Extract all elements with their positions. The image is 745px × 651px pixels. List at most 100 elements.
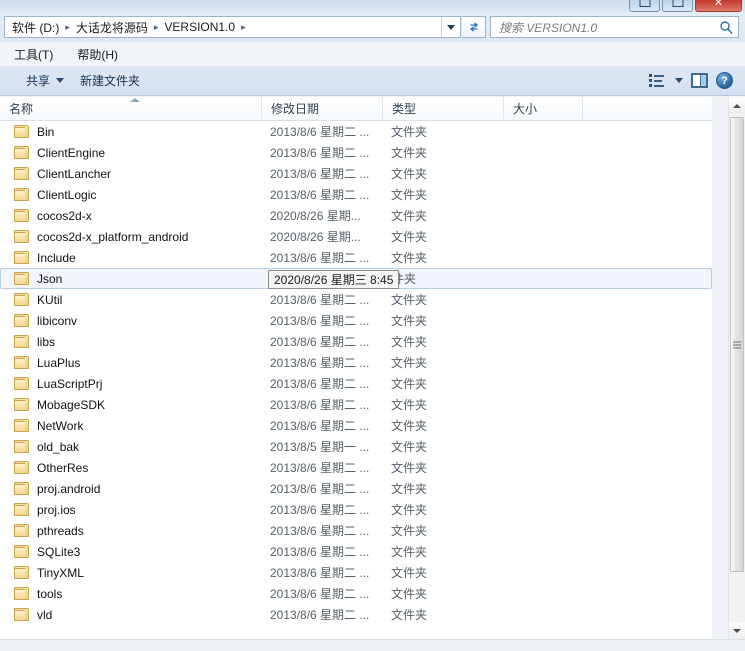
file-date-cell: 2020/8/26 星期... [270, 228, 382, 245]
table-row[interactable]: ClientLancher2013/8/6 星期二 ...文件夹 [0, 163, 712, 184]
close-button[interactable]: ✕ [695, 0, 742, 12]
file-date-cell: 2013/8/6 星期二 ... [270, 396, 382, 413]
file-name-cell: cocos2d-x [0, 209, 262, 223]
file-type-cell: 文件夹 [391, 438, 501, 455]
vertical-scrollbar[interactable] [728, 97, 745, 639]
column-header-type[interactable]: 类型 [383, 97, 504, 120]
file-date-cell: 2013/8/6 星期二 ... [270, 501, 382, 518]
address-bar[interactable]: 软件 (D:) ▸ 大话龙将源码 ▸ VERSION1.0 ▸ [4, 16, 461, 38]
folder-icon [14, 251, 30, 264]
table-row[interactable]: proj.android2013/8/6 星期二 ...文件夹 [0, 478, 712, 499]
file-type-cell: 文件夹 [391, 522, 501, 539]
table-row[interactable]: KUtil2013/8/6 星期二 ...文件夹 [0, 289, 712, 310]
table-row[interactable]: cocos2d-x 2020/8/26 星期... 文件夹 [0, 205, 712, 226]
navigation-bar: 软件 (D:) ▸ 大话龙将源码 ▸ VERSION1.0 ▸ 搜索 VERSI… [0, 12, 745, 42]
table-row[interactable]: cocos2d-x_platform_android2020/8/26 星期..… [0, 226, 712, 247]
file-name-cell: SQLite3 [0, 545, 262, 559]
preview-pane-icon[interactable] [691, 73, 708, 88]
window-controls: ✕ [629, 0, 742, 12]
breadcrumb-item-drive[interactable]: 软件 (D:) [11, 19, 60, 36]
table-row[interactable]: ClientEngine2013/8/6 星期二 ...文件夹 [0, 142, 712, 163]
table-row[interactable]: TinyXML2013/8/6 星期二 ...文件夹 [0, 562, 712, 583]
file-name-label: LuaPlus [37, 356, 80, 370]
file-name-label: TinyXML [37, 566, 84, 580]
view-options-chevron-down-icon[interactable] [675, 78, 683, 83]
file-date-cell: 2013/8/5 星期一 ... [270, 438, 382, 455]
table-row[interactable]: Bin2013/8/6 星期二 ...文件夹 [0, 121, 712, 142]
table-row[interactable]: libiconv2013/8/6 星期二 ...文件夹 [0, 310, 712, 331]
file-name-cell: Json [1, 272, 263, 286]
maximize-button[interactable] [662, 0, 693, 12]
file-type-cell: 文件夹 [391, 333, 501, 350]
table-row[interactable]: vld2013/8/6 星期二 ...文件夹 [0, 604, 712, 625]
file-type-cell: 文件夹 [391, 186, 501, 203]
file-name-cell: ClientLogic [0, 188, 262, 202]
breadcrumb-item-folder2[interactable]: VERSION1.0 [163, 20, 236, 34]
minimize-button[interactable] [629, 0, 660, 12]
column-header-size[interactable]: 大小 [504, 97, 583, 120]
file-name-cell: OtherRes [0, 461, 262, 475]
file-date-cell: 2013/8/6 星期二 ... [270, 354, 382, 371]
column-header-date[interactable]: 修改日期 [262, 97, 383, 120]
search-icon [719, 20, 734, 35]
address-dropdown-button[interactable] [441, 17, 460, 37]
table-row[interactable]: SQLite32013/8/6 星期二 ...文件夹 [0, 541, 712, 562]
table-row[interactable]: Include2013/8/6 星期二 ...文件夹 [0, 247, 712, 268]
file-type-cell: 文件夹 [391, 312, 501, 329]
close-icon: ✕ [714, 0, 723, 8]
column-header-name[interactable]: 名称 [0, 97, 262, 120]
menu-item-tools[interactable]: 工具(T) [12, 44, 63, 65]
file-list[interactable]: Bin2013/8/6 星期二 ...文件夹ClientEngine2013/8… [0, 121, 712, 639]
table-row[interactable]: NetWork2013/8/6 星期二 ...文件夹 [0, 415, 712, 436]
folder-icon [14, 272, 30, 285]
scroll-up-button[interactable] [729, 97, 745, 114]
file-date-cell: 2020/8/26 星期... [270, 207, 382, 224]
scroll-down-button[interactable] [729, 622, 745, 639]
file-date-cell: 2013/8/6 星期二 ... [270, 522, 382, 539]
folder-icon [14, 335, 30, 348]
table-row[interactable]: MobageSDK2013/8/6 星期二 ...文件夹 [0, 394, 712, 415]
share-button[interactable]: 共享 [18, 69, 72, 92]
table-row[interactable]: LuaScriptPrj2013/8/6 星期二 ...文件夹 [0, 373, 712, 394]
table-row[interactable]: LuaPlus2013/8/6 星期二 ...文件夹 [0, 352, 712, 373]
file-name-label: tools [37, 587, 62, 601]
help-icon[interactable]: ? [716, 72, 733, 89]
folder-icon [14, 356, 30, 369]
folder-icon [14, 188, 30, 201]
file-name-cell: ClientLancher [0, 167, 262, 181]
search-input[interactable]: 搜索 VERSION1.0 [499, 19, 719, 36]
refresh-button[interactable] [462, 16, 486, 38]
file-name-label: cocos2d-x [37, 209, 92, 223]
file-type-cell: 文件夹 [391, 564, 501, 581]
folder-icon [14, 524, 30, 537]
table-row[interactable]: old_bak2013/8/5 星期一 ...文件夹 [0, 436, 712, 457]
table-row[interactable]: Json件夹2020/8/26 星期三 8:45 [0, 268, 712, 289]
command-toolbar: 共享 新建文件夹 ? [0, 66, 745, 96]
view-options-icon[interactable] [649, 73, 667, 89]
table-row[interactable]: tools2013/8/6 星期二 ...文件夹 [0, 583, 712, 604]
folder-icon [14, 146, 30, 159]
folder-icon [14, 482, 30, 495]
file-date-cell: 2013/8/6 星期二 ... [270, 249, 382, 266]
file-name-label: Bin [37, 125, 54, 139]
file-date-cell: 2013/8/6 星期二 ... [270, 312, 382, 329]
chevron-down-icon [56, 78, 64, 83]
folder-icon [14, 503, 30, 516]
breadcrumb-separator[interactable]: ▸ [60, 22, 75, 33]
scrollbar-thumb[interactable] [730, 117, 744, 572]
table-row[interactable]: proj.ios2013/8/6 星期二 ...文件夹 [0, 499, 712, 520]
file-type-cell: 文件夹 [391, 207, 501, 224]
search-box[interactable]: 搜索 VERSION1.0 [490, 16, 739, 38]
file-name-label: ClientLancher [37, 167, 111, 181]
file-date-cell: 2013/8/6 星期二 ... [270, 585, 382, 602]
table-row[interactable]: OtherRes2013/8/6 星期二 ...文件夹 [0, 457, 712, 478]
table-row[interactable]: libs2013/8/6 星期二 ...文件夹 [0, 331, 712, 352]
breadcrumb-item-folder1[interactable]: 大话龙将源码 [75, 19, 149, 36]
menu-item-help[interactable]: 帮助(H) [75, 44, 128, 65]
table-row[interactable]: ClientLogic2013/8/6 星期二 ...文件夹 [0, 184, 712, 205]
new-folder-button[interactable]: 新建文件夹 [72, 69, 148, 92]
file-name-cell: KUtil [0, 293, 262, 307]
breadcrumb-separator[interactable]: ▸ [149, 22, 164, 33]
breadcrumb-separator[interactable]: ▸ [236, 22, 251, 33]
table-row[interactable]: pthreads2013/8/6 星期二 ...文件夹 [0, 520, 712, 541]
